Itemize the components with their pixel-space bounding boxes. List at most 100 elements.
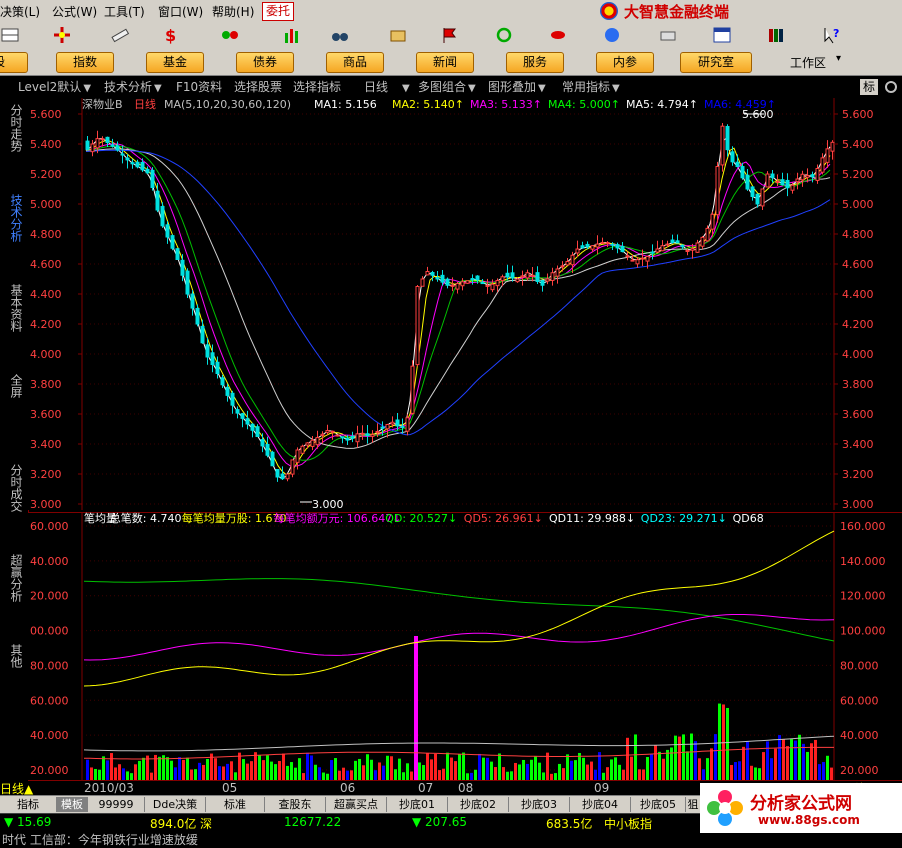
cross-cursor-icon[interactable]	[52, 25, 72, 45]
menu-help[interactable]: 帮助(H)	[212, 3, 254, 20]
candle-body	[250, 423, 255, 431]
tab-f10[interactable]: F10资料	[176, 79, 222, 95]
tpl-tab-sniper[interactable]: 狙	[686, 797, 701, 812]
func-news-button[interactable]: 新闻	[416, 52, 474, 73]
binoculars-icon[interactable]	[330, 25, 350, 45]
legend-stock-name: 深物业B	[82, 98, 123, 111]
volume-bar	[226, 763, 229, 780]
sidebar-item-technical[interactable]: 技术分析	[3, 194, 23, 242]
ma-legend-item: MA5: 4.794↑	[626, 98, 698, 111]
volume-bar	[330, 760, 333, 780]
func-bond-button[interactable]: 债券	[236, 52, 294, 73]
tpl-tab-shareholder[interactable]: 查股东	[265, 797, 326, 812]
sz-change: ▼ 207.65	[412, 815, 468, 829]
candle-body	[365, 433, 370, 437]
func-fund-button[interactable]: 基金	[146, 52, 204, 73]
bar-chart-icon[interactable]	[282, 25, 302, 45]
menu-tools[interactable]: 工具(T)	[104, 3, 145, 20]
tpl-tab-bottom03[interactable]: 抄底03	[509, 797, 570, 812]
tab-select-indicator[interactable]: 选择指标	[293, 79, 341, 95]
func-commodity-button[interactable]: 商品	[326, 52, 384, 73]
sidebar-item-other[interactable]: 其他	[3, 644, 23, 668]
func-service-button[interactable]: 服务	[506, 52, 564, 73]
sz-label: 深	[200, 817, 213, 831]
tpl-tab-buypoint[interactable]: 超赢买点	[326, 797, 387, 812]
volume-bar	[738, 761, 741, 780]
wt-button[interactable]: 委托	[262, 2, 295, 21]
volume-bar	[746, 740, 749, 780]
sidebar-item-chaoying[interactable]: 超赢分析	[3, 554, 23, 602]
tpl-tab-99999[interactable]: 99999	[88, 797, 145, 812]
tpl-tab-template[interactable]: 模板	[57, 797, 88, 812]
candlestick-icon[interactable]	[220, 25, 240, 45]
func-insider-button[interactable]: 内参	[596, 52, 654, 73]
news-ticker[interactable]: 时代 工信部：今年钢铁行业增速放缓	[0, 831, 902, 848]
sidebar-item-intraday[interactable]: 分时走势	[3, 104, 23, 152]
books-icon[interactable]	[766, 25, 786, 45]
price-chart[interactable]: 5.600 5.600 5.400 5.400 5.200 5.200 5.000 5.000…	[28, 98, 902, 510]
globe-icon[interactable]	[602, 25, 622, 45]
printer-icon[interactable]	[658, 25, 678, 45]
x-label: 08	[458, 781, 474, 795]
volume-bar	[510, 771, 513, 780]
tab-mark[interactable]: 标	[860, 79, 879, 95]
volume-bar	[686, 751, 689, 780]
help-cursor-icon[interactable]: ?	[822, 25, 842, 45]
tab-overlay[interactable]: 图形叠加 ▼	[488, 79, 546, 95]
candle-body	[620, 245, 625, 253]
candle-body	[180, 259, 185, 276]
tab-select-stock[interactable]: 选择股票	[234, 79, 282, 95]
menu-decision[interactable]: 决策(L)	[0, 3, 40, 20]
grid-icon[interactable]	[0, 25, 20, 45]
candle-body	[750, 186, 755, 197]
func-index-button[interactable]: 指数	[56, 52, 114, 73]
tab-multi-chart[interactable]: 多图组合 ▼	[418, 79, 476, 95]
candle-body	[680, 244, 685, 248]
tpl-tab-bottom05[interactable]: 抄底05	[631, 797, 686, 812]
sidebar-item-fundamentals[interactable]: 基本资料	[3, 284, 23, 332]
tpl-tab-bottom04[interactable]: 抄底04	[570, 797, 631, 812]
candle-body	[235, 409, 240, 414]
candle-body	[500, 276, 505, 282]
lips-icon[interactable]	[548, 25, 568, 45]
tab-tech-analysis[interactable]: 技术分析 ▼	[104, 79, 162, 95]
menu-bar: 决策(L) 公式(W) 工具(T) 窗口(W) 帮助(H) 委托 大智慧金融终端	[0, 0, 902, 23]
func-stock-button[interactable]: 股	[0, 52, 28, 73]
candle-body	[95, 138, 100, 149]
candle-body	[275, 469, 280, 478]
volume-bar	[786, 746, 789, 780]
candle-body	[660, 245, 665, 252]
sidebar-item-fullscreen[interactable]: 全屏	[3, 374, 23, 398]
sidebar-item-ticks[interactable]: 分时成交	[3, 464, 23, 512]
candle-body	[455, 283, 460, 290]
tpl-tab-bottom01[interactable]: 抄底01	[387, 797, 448, 812]
menu-window[interactable]: 窗口(W)	[158, 3, 203, 20]
workarea-label[interactable]: 工作区	[790, 54, 826, 71]
tab-level2[interactable]: Level2默认 ▼	[18, 79, 91, 95]
menu-formula[interactable]: 公式(W)	[52, 3, 97, 20]
volume-bar	[638, 769, 641, 780]
x-label: 2010/03	[84, 781, 134, 795]
tab-period[interactable]: 日线 ▼	[364, 79, 410, 95]
folder-icon[interactable]	[388, 25, 408, 45]
flag-icon[interactable]	[440, 25, 460, 45]
tab-common-indicator[interactable]: 常用指标 ▼	[562, 79, 620, 95]
x-label: 07	[418, 781, 434, 795]
window-icon[interactable]	[712, 25, 732, 45]
dollar-icon[interactable]: $	[160, 25, 180, 45]
volume-bar	[798, 734, 801, 780]
ruler-icon[interactable]	[110, 25, 130, 45]
tpl-tab-indicator[interactable]: 指标	[0, 797, 57, 812]
tpl-tab-standard[interactable]: 标准	[206, 797, 265, 812]
gear-icon[interactable]	[884, 80, 898, 94]
tpl-tab-bottom02[interactable]: 抄底02	[448, 797, 509, 812]
func-research-button[interactable]: 研究室	[680, 52, 752, 73]
candle-body	[765, 173, 770, 188]
candle-body	[215, 361, 220, 374]
refresh-icon[interactable]	[494, 25, 514, 45]
workarea-dropdown-icon[interactable]: ▾	[836, 53, 841, 64]
volume-bar	[566, 754, 569, 780]
indicator-chart[interactable]: 60.000 160.000 40.000 140.000 20.000 120.000 0…	[28, 512, 902, 782]
tpl-tab-dde[interactable]: Dde决策	[145, 797, 206, 812]
candle-body	[565, 261, 570, 266]
